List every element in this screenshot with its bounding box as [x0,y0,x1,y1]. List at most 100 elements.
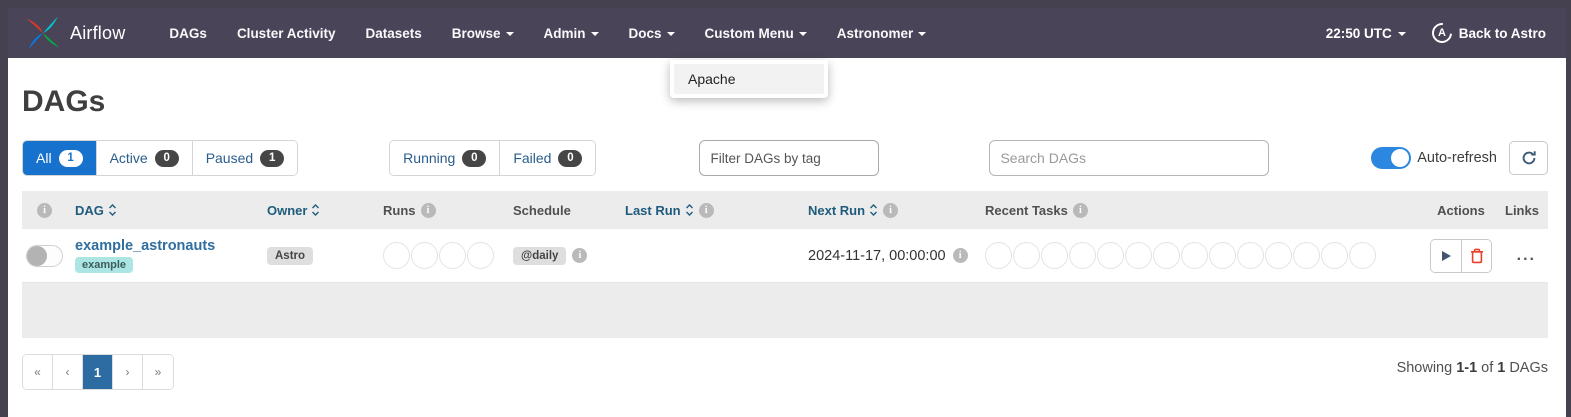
task-state-circle [1209,242,1236,269]
filter-running-button[interactable]: Running 0 [390,141,500,175]
header-dag: DAG [67,203,267,218]
owner-badge: Astro [267,247,313,265]
runs-cell [383,242,513,269]
task-state-circle [383,242,410,269]
owner-cell: Astro [267,247,383,265]
header-label: Recent Tasks [985,203,1068,218]
header-label: DAG [75,203,104,218]
clock-label: 22:50 UTC [1326,26,1392,41]
info-icon [1073,203,1088,218]
trigger-dag-button[interactable] [1431,240,1461,272]
play-icon [1440,250,1452,262]
nav-item-dags[interactable]: DAGs [169,26,207,41]
caret-down-icon [799,32,807,36]
next-run-cell: 2024-11-17, 00:00:00 [808,248,985,264]
table-footer: « ‹ 1 › » Showing 1-1 of 1 DAGs [22,354,1548,390]
sort-icon [108,203,117,217]
filter-failed-button[interactable]: Failed 0 [500,141,595,175]
nav-item-astronomer[interactable]: Astronomer [837,26,927,41]
info-icon [37,203,52,218]
filter-label: All [36,150,52,166]
refresh-button[interactable] [1509,141,1548,175]
header-schedule: Schedule [513,203,625,218]
astronomer-icon: A [1428,19,1456,47]
sort-icon [311,203,320,217]
filter-active-button[interactable]: Active 0 [97,141,193,175]
sort-icon [685,203,694,217]
nav-item-cluster-activity[interactable]: Cluster Activity [237,26,336,41]
pagination-next-button[interactable]: › [113,355,143,389]
auto-refresh-toggle[interactable] [1371,147,1411,169]
navbar: Airflow DAGs Cluster Activity Datasets B… [8,8,1566,58]
nav-item-label: Custom Menu [705,26,794,41]
filter-bar: All 1 Active 0 Paused 1 Running 0 [22,140,1548,176]
schedule-cell: @daily [513,247,625,265]
header-label: Next Run [808,203,865,218]
header-next-run: Next Run [808,203,985,218]
header-label: Owner [267,203,307,218]
caret-down-icon [918,32,926,36]
sort-last-run-link[interactable]: Last Run [625,203,694,218]
trash-icon [1470,248,1484,264]
filter-paused-button[interactable]: Paused 1 [193,141,297,175]
task-state-circle [411,242,438,269]
delete-dag-button[interactable] [1461,240,1491,272]
refresh-icon [1521,150,1537,166]
nav-item-custom-menu[interactable]: Custom Menu [705,26,807,41]
dags-table: DAG Owner Runs Schedule [22,191,1548,338]
count-badge: 0 [558,150,582,167]
header-label: Last Run [625,203,681,218]
header-label: Runs [383,203,416,218]
dropdown-item-apache[interactable]: Apache [674,64,824,94]
task-state-circle [1097,242,1124,269]
nav-item-docs[interactable]: Docs [629,26,675,41]
utc-clock-dropdown[interactable]: 22:50 UTC [1326,26,1406,41]
table-header-row: DAG Owner Runs Schedule [22,191,1548,229]
sort-icon [869,203,878,217]
astronomer-letter: A [1438,27,1446,39]
dag-pause-toggle[interactable] [26,245,63,267]
task-state-circle [1321,242,1348,269]
links-more-button[interactable]: ... [1517,251,1536,261]
header-runs: Runs [383,203,513,218]
caret-down-icon [591,32,599,36]
nav-item-datasets[interactable]: Datasets [365,26,421,41]
pagination-first-button[interactable]: « [23,355,53,389]
dag-tag-chip[interactable]: example [75,257,133,273]
pagination-prev-button[interactable]: ‹ [53,355,83,389]
sort-dag-link[interactable]: DAG [75,203,117,218]
main-content: DAGs All 1 Active 0 Paused 1 Running [8,85,1566,390]
caret-down-icon [667,32,675,36]
task-state-circle [1041,242,1068,269]
caret-down-icon [506,32,514,36]
nav-item-browse[interactable]: Browse [452,26,514,41]
actions-cell [1417,239,1505,273]
header-last-run: Last Run [625,203,808,218]
nav-item-label: Docs [629,26,662,41]
info-icon [699,203,714,218]
nav-item-admin[interactable]: Admin [544,26,599,41]
tag-filter-input[interactable] [699,140,879,176]
task-state-circle [1265,242,1292,269]
task-state-circle [439,242,466,269]
filter-all-button[interactable]: All 1 [23,141,97,175]
summary-range: 1-1 [1456,360,1477,376]
filter-label: Active [110,150,148,166]
status-filter-group: All 1 Active 0 Paused 1 [22,140,298,176]
brand-name: Airflow [70,23,125,44]
next-run-value: 2024-11-17, 00:00:00 [808,248,946,264]
info-icon [953,248,968,263]
count-badge: 0 [462,150,486,167]
pagination-last-button[interactable]: » [143,355,173,389]
pause-toggle-cell [22,245,67,267]
task-state-circle [1013,242,1040,269]
dag-name-link[interactable]: example_astronauts [75,238,215,254]
sort-owner-link[interactable]: Owner [267,203,320,218]
airflow-logo[interactable]: Airflow [24,14,125,52]
sort-next-run-link[interactable]: Next Run [808,203,878,218]
pagination-page-1-button[interactable]: 1 [83,355,113,389]
search-dags-input[interactable] [989,140,1269,176]
task-state-circle [1181,242,1208,269]
summary-unit: DAGs [1509,360,1548,376]
back-to-astro-link[interactable]: A Back to Astro [1432,23,1546,43]
